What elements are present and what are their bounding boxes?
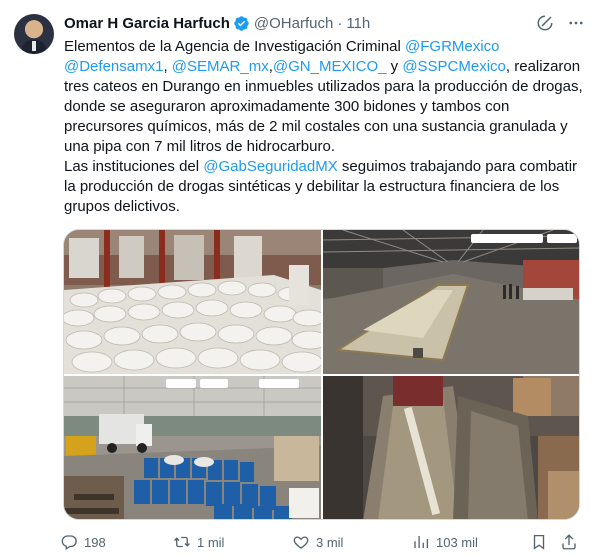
reply-icon (61, 535, 77, 551)
tweet-paragraph-1: Elementos de la Agencia de Investigación… (64, 37, 584, 157)
like-count: 3 mil (316, 534, 344, 550)
author-handle[interactable]: @OHarfuch (254, 15, 333, 32)
mention-link[interactable]: @SSPCMexico (402, 58, 506, 75)
tweet-header: Omar H Garcia Harfuch @OHarfuch · 11h (64, 13, 370, 33)
tweet-paragraph-2: Las instituciones del @GabSeguridadMX se… (64, 157, 584, 217)
share-button[interactable] (560, 531, 584, 553)
more-options-button[interactable] (566, 13, 586, 33)
photo-sacks[interactable] (64, 230, 321, 374)
grok-icon[interactable] (536, 14, 554, 32)
views-icon (414, 536, 429, 548)
tweet-text-segment: Las instituciones del (64, 158, 204, 175)
bookmark-icon (533, 534, 545, 550)
mention-link[interactable]: @GabSeguridadMX (203, 158, 337, 175)
media-grid (63, 229, 580, 520)
mention-link[interactable]: @FGRMexico (405, 38, 499, 55)
tweet-text-segment: Elementos de la Agencia de Investigación… (64, 38, 406, 55)
tweet-card[interactable]: Omar H Garcia Harfuch @OHarfuch · 11h El… (0, 0, 596, 557)
photo-hall[interactable] (323, 230, 579, 374)
tweet-text: Elementos de la Agencia de Investigación… (64, 37, 584, 217)
reply-count: 198 (84, 534, 106, 550)
separator-dot: · (337, 14, 343, 32)
mention-link[interactable]: @GN_MEXICO_ (273, 58, 387, 75)
tweet-text-segment: y (386, 58, 403, 75)
like-button[interactable]: 3 mil (292, 531, 343, 553)
avatar[interactable] (14, 14, 54, 54)
more-icon (569, 21, 583, 25)
photo-cylinders[interactable] (323, 376, 579, 519)
author-name[interactable]: Omar H Garcia Harfuch (64, 15, 230, 32)
verified-badge-icon (234, 15, 249, 31)
retweet-icon (174, 536, 190, 548)
photo-drums[interactable] (64, 376, 321, 519)
mention-link[interactable]: @Defensamx1 (64, 58, 163, 75)
timestamp[interactable]: 11h (346, 15, 370, 32)
like-icon (293, 536, 309, 549)
share-icon (562, 534, 576, 550)
tweet-text-segment: , (163, 58, 172, 75)
action-bar: 198 1 mil 3 mil 103 mil (60, 531, 585, 553)
retweet-count: 1 mil (197, 534, 225, 550)
bookmark-button[interactable] (530, 531, 554, 553)
retweet-button[interactable]: 1 mil (173, 531, 224, 553)
mention-link[interactable]: @SEMAR_mx (172, 58, 269, 75)
reply-button[interactable]: 198 (60, 531, 106, 553)
views-button[interactable]: 103 mil (412, 531, 478, 553)
views-count: 103 mil (436, 534, 478, 550)
